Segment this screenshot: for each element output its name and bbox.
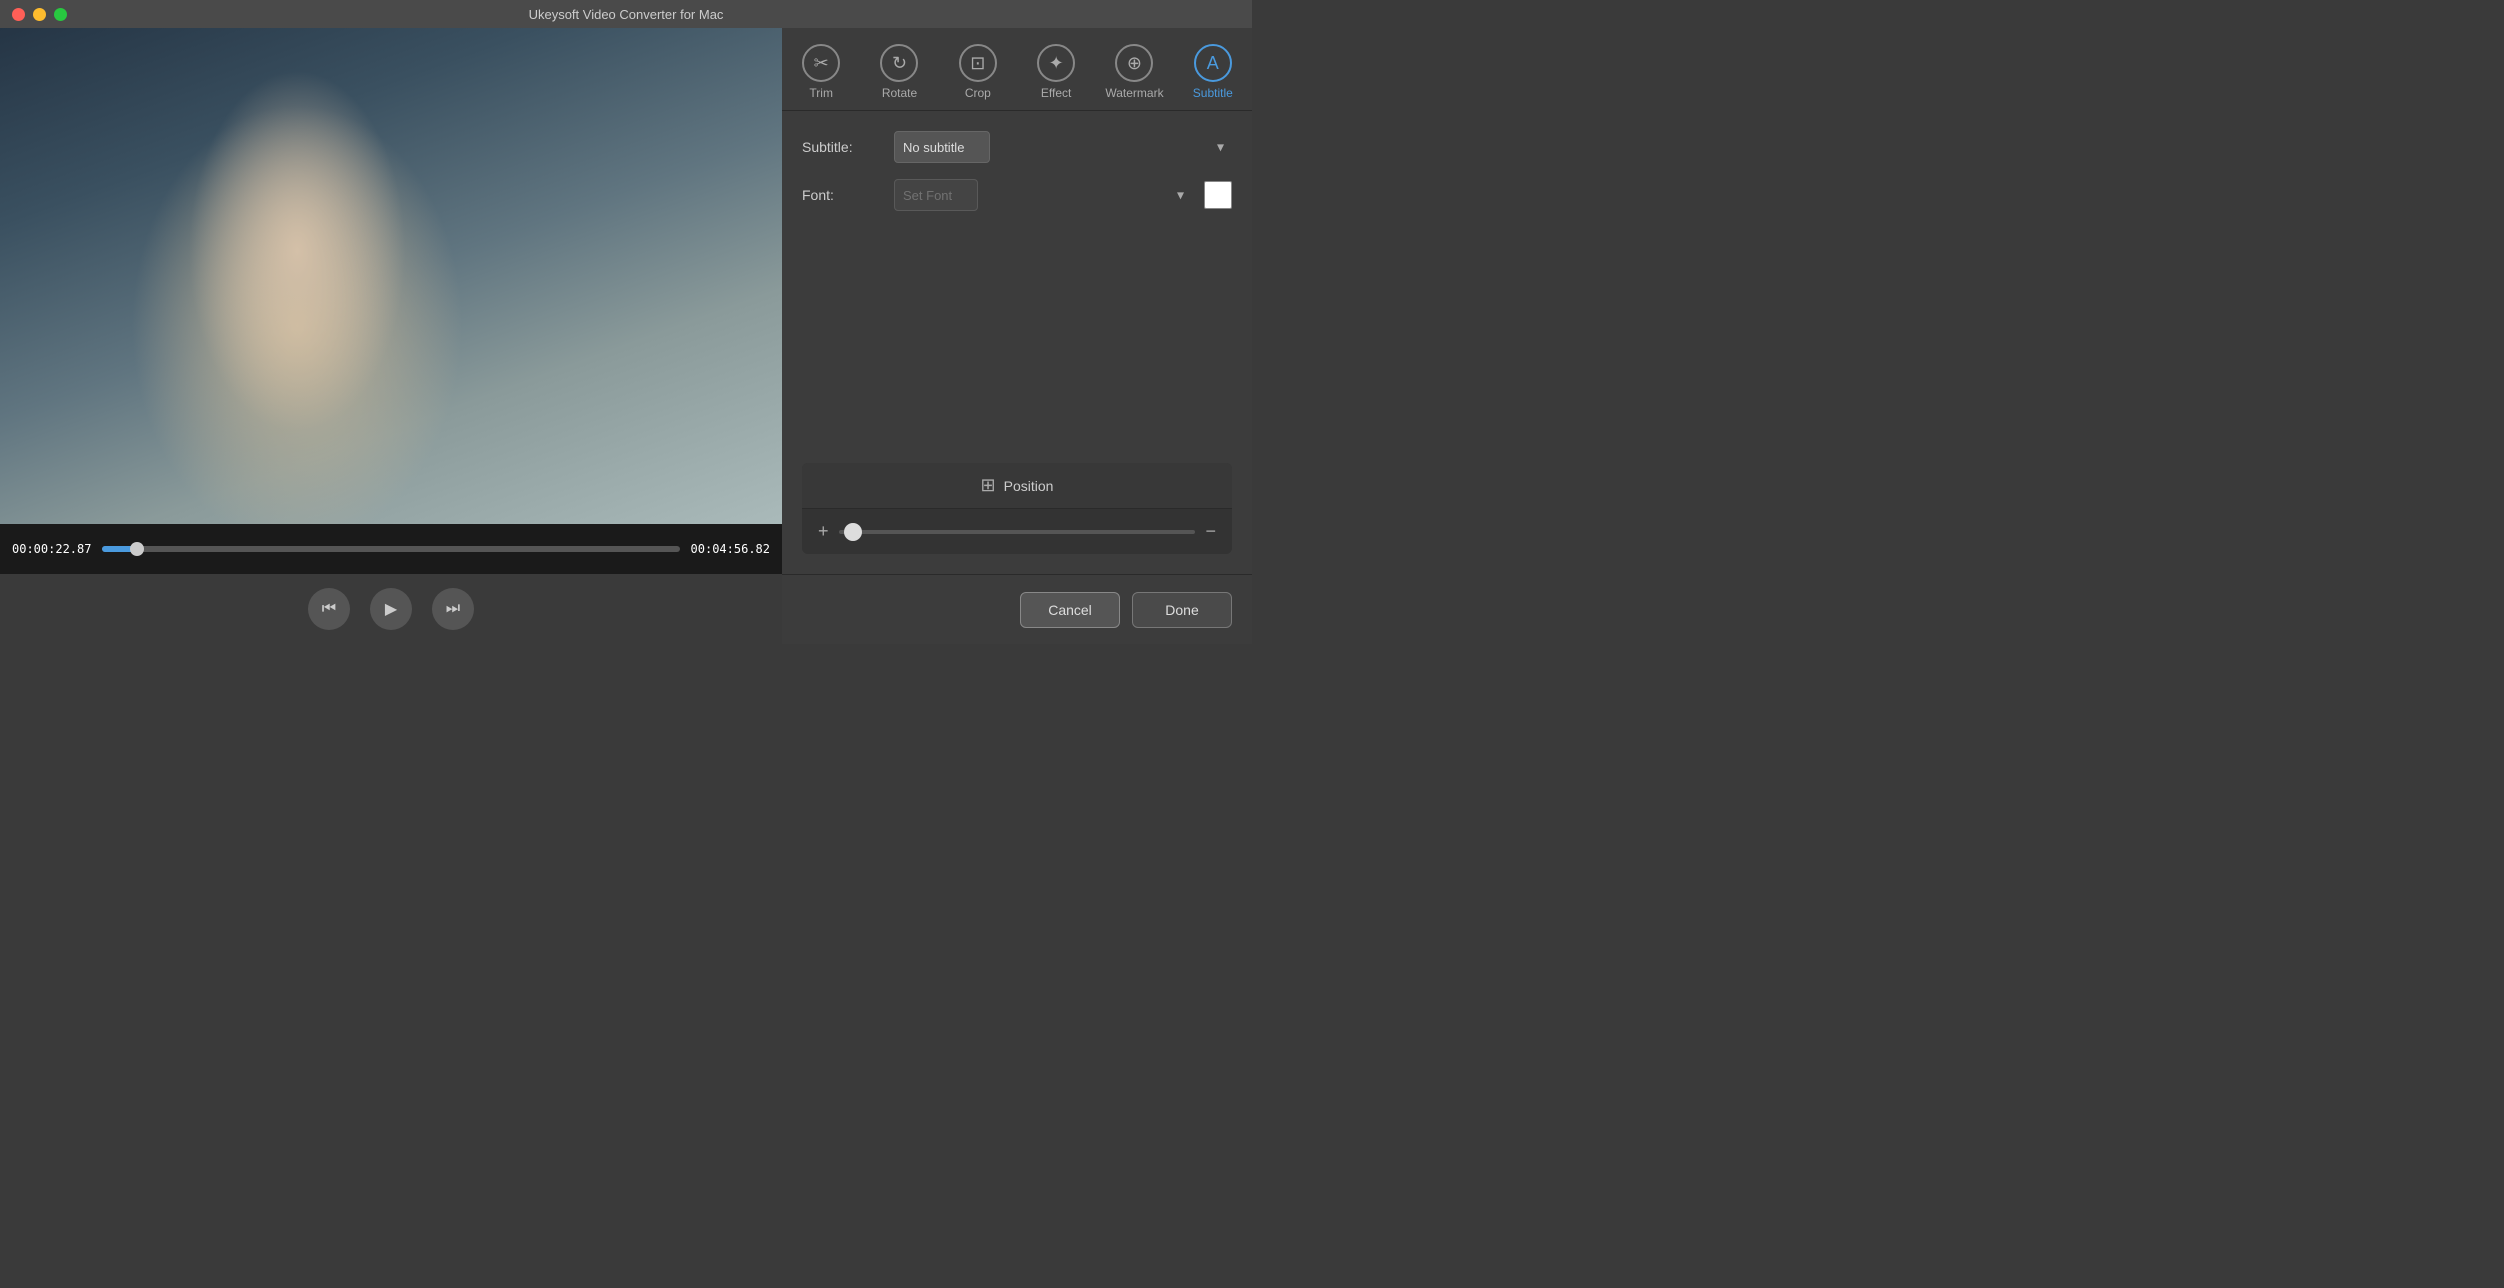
bottom-bar: Cancel Done (782, 574, 1252, 644)
tab-trim-label: Trim (809, 86, 833, 100)
video-panel: 00:00:22.87 00:04:56.82 ⏮ ▶ ⏭ (0, 28, 782, 644)
controls-bar: ⏮ ▶ ⏭ (0, 574, 782, 644)
crop-icon: ⊡ (959, 44, 997, 82)
tab-crop[interactable]: ⊡ Crop (939, 36, 1017, 110)
prev-button[interactable]: ⏮ (308, 588, 350, 630)
maximize-button[interactable] (54, 8, 67, 21)
main-content: 00:00:22.87 00:04:56.82 ⏮ ▶ ⏭ ✂ Trim ↻ R… (0, 28, 1252, 644)
titlebar: Ukeysoft Video Converter for Mac (0, 0, 1252, 28)
tab-watermark[interactable]: ⊕ Watermark (1095, 36, 1173, 110)
font-select[interactable]: Set Font (894, 179, 978, 211)
right-panel: ✂ Trim ↻ Rotate ⊡ Crop ✦ Effect ⊕ Waterm… (782, 28, 1252, 644)
subtitle-select[interactable]: No subtitle (894, 131, 990, 163)
font-row: Font: Set Font (802, 179, 1232, 211)
tab-trim[interactable]: ✂ Trim (782, 36, 860, 110)
tab-rotate[interactable]: ↻ Rotate (860, 36, 938, 110)
font-color-swatch[interactable] (1204, 181, 1232, 209)
position-slider-track[interactable] (839, 530, 1196, 534)
subtitle-icon: A (1194, 44, 1232, 82)
done-button[interactable]: Done (1132, 592, 1232, 628)
subtitle-label: Subtitle: (802, 139, 882, 155)
font-select-wrapper: Set Font (894, 179, 1192, 211)
progress-thumb[interactable] (130, 542, 144, 556)
settings-area: Subtitle: No subtitle Font: Set Font (782, 111, 1252, 574)
tab-effect-label: Effect (1041, 86, 1071, 100)
position-minus-button[interactable]: − (1205, 521, 1216, 542)
minimize-button[interactable] (33, 8, 46, 21)
subtitle-row: Subtitle: No subtitle (802, 131, 1232, 163)
position-section: ⊞ Position + − (802, 463, 1232, 554)
progress-track[interactable] (102, 546, 680, 552)
position-icon: ⊞ (981, 475, 996, 496)
tab-crop-label: Crop (965, 86, 991, 100)
tab-effect[interactable]: ✦ Effect (1017, 36, 1095, 110)
position-label: Position (1004, 478, 1054, 494)
effect-icon: ✦ (1037, 44, 1075, 82)
tab-rotate-label: Rotate (882, 86, 917, 100)
video-frame (0, 28, 782, 524)
next-button[interactable]: ⏭ (432, 588, 474, 630)
app-title: Ukeysoft Video Converter for Mac (529, 7, 724, 22)
toolbar-tabs: ✂ Trim ↻ Rotate ⊡ Crop ✦ Effect ⊕ Waterm… (782, 28, 1252, 111)
timeline-bar: 00:00:22.87 00:04:56.82 (0, 524, 782, 574)
position-header: ⊞ Position (802, 463, 1232, 509)
position-controls: + − (802, 509, 1232, 554)
watermark-icon: ⊕ (1115, 44, 1153, 82)
play-button[interactable]: ▶ (370, 588, 412, 630)
position-plus-button[interactable]: + (818, 521, 829, 542)
window-controls (12, 8, 67, 21)
subtitle-select-wrapper: No subtitle (894, 131, 1232, 163)
video-preview (0, 28, 782, 524)
tab-watermark-label: Watermark (1105, 86, 1163, 100)
position-slider-thumb[interactable] (844, 523, 862, 541)
total-time: 00:04:56.82 (690, 542, 770, 556)
tab-subtitle[interactable]: A Subtitle (1174, 36, 1252, 110)
tab-subtitle-label: Subtitle (1193, 86, 1233, 100)
current-time: 00:00:22.87 (12, 542, 92, 556)
font-label: Font: (802, 187, 882, 203)
cancel-button[interactable]: Cancel (1020, 592, 1120, 628)
rotate-icon: ↻ (880, 44, 918, 82)
trim-icon: ✂ (802, 44, 840, 82)
close-button[interactable] (12, 8, 25, 21)
